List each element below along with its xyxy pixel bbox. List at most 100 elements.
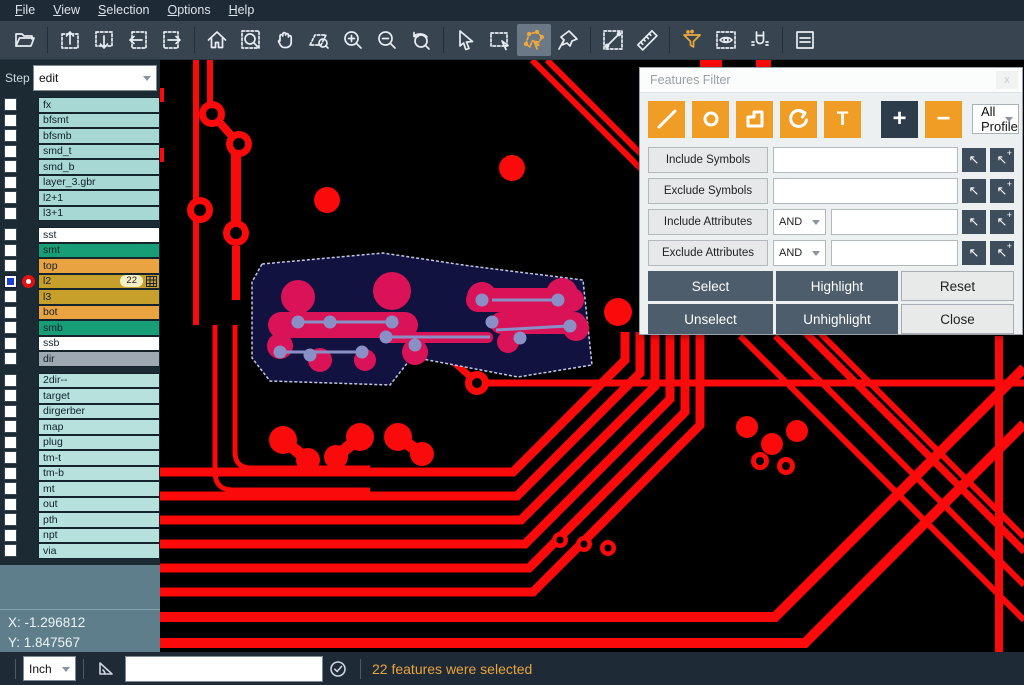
layer-checkbox[interactable]: [4, 98, 17, 111]
layer-label[interactable]: smd_b: [38, 159, 160, 175]
import-top-icon[interactable]: [53, 24, 87, 56]
pick-attribute-button[interactable]: ↖: [962, 241, 986, 265]
apply-check-icon[interactable]: [326, 657, 350, 681]
import-right-icon[interactable]: [155, 24, 189, 56]
zoom-out-icon[interactable]: [370, 24, 404, 56]
pick-add-symbol-button[interactable]: ↖+: [990, 179, 1014, 203]
include-symbols-input[interactable]: [773, 147, 958, 173]
layer-checkbox[interactable]: [4, 352, 17, 365]
layer-label[interactable]: smd_t: [38, 144, 160, 160]
select-button[interactable]: Select: [648, 271, 773, 301]
layer-label[interactable]: pth: [38, 512, 160, 528]
polygon-select-icon[interactable]: [517, 24, 551, 56]
layer-checkbox[interactable]: [4, 337, 17, 350]
layer-checkbox[interactable]: [4, 275, 17, 288]
arc-icon[interactable]: [780, 101, 817, 138]
layer-label[interactable]: bot: [38, 305, 160, 321]
angle-tool-icon[interactable]: [94, 657, 118, 681]
pick-symbol-button[interactable]: ↖: [962, 179, 986, 203]
pick-attribute-button[interactable]: ↖: [962, 210, 986, 234]
include-attributes-button[interactable]: Include Attributes: [648, 209, 768, 235]
snap-magnet-icon[interactable]: [743, 24, 777, 56]
layer-checkbox[interactable]: [4, 191, 17, 204]
layer-grid-icon[interactable]: [146, 276, 157, 287]
layer-checkbox[interactable]: [4, 467, 17, 480]
unhighlight-button[interactable]: Unhighlight: [776, 304, 898, 334]
pan-hand-icon[interactable]: [268, 24, 302, 56]
layer-label[interactable]: sst: [38, 227, 160, 243]
exclude-symbols-input[interactable]: [773, 178, 958, 204]
layer-checkbox[interactable]: [4, 436, 17, 449]
command-input[interactable]: [125, 656, 323, 682]
step-select[interactable]: edit: [33, 65, 157, 91]
exclude-symbols-button[interactable]: Exclude Symbols: [648, 178, 768, 204]
layer-label[interactable]: ssb: [38, 336, 160, 352]
layer-label[interactable]: l222: [38, 274, 160, 290]
layer-checkbox[interactable]: [4, 114, 17, 127]
layer-label[interactable]: map: [38, 419, 160, 435]
layer-label[interactable]: dirgerber: [38, 404, 160, 420]
layer-label[interactable]: tm-t: [38, 450, 160, 466]
layer-label[interactable]: npt: [38, 528, 160, 544]
layer-label[interactable]: top: [38, 258, 160, 274]
remove-filter-button[interactable]: −: [925, 101, 962, 138]
pick-add-attribute-button[interactable]: ↖+: [990, 241, 1014, 265]
layer-checkbox[interactable]: [4, 228, 17, 241]
layer-checkbox[interactable]: [4, 420, 17, 433]
layer-checkbox[interactable]: [4, 529, 17, 542]
menu-options[interactable]: Options: [158, 0, 219, 21]
layer-label[interactable]: smb: [38, 320, 160, 336]
layer-checkbox[interactable]: [4, 498, 17, 511]
unselect-button[interactable]: Unselect: [648, 304, 773, 334]
layer-checkbox[interactable]: [4, 321, 17, 334]
layer-checkbox[interactable]: [4, 374, 17, 387]
active-layer-indicator[interactable]: [22, 275, 35, 288]
layer-checkbox[interactable]: [4, 259, 17, 272]
layer-label[interactable]: mt: [38, 481, 160, 497]
zoom-window-icon[interactable]: [234, 24, 268, 56]
line-icon[interactable]: [648, 101, 685, 138]
layer-label[interactable]: tm-b: [38, 466, 160, 482]
import-bottom-icon[interactable]: [87, 24, 121, 56]
menu-file[interactable]: File: [6, 0, 44, 21]
menu-view[interactable]: View: [44, 0, 89, 21]
layer-label[interactable]: bfsmt: [38, 113, 160, 129]
layer-checkbox[interactable]: [4, 160, 17, 173]
area-zoom-icon[interactable]: [302, 24, 336, 56]
pointer-select-icon[interactable]: [449, 24, 483, 56]
layer-checkbox[interactable]: [4, 129, 17, 142]
layer-label[interactable]: l3: [38, 289, 160, 305]
layer-checkbox[interactable]: [4, 405, 17, 418]
layer-checkbox[interactable]: [4, 451, 17, 464]
pick-add-attribute-button[interactable]: ↖+: [990, 210, 1014, 234]
layer-checkbox[interactable]: [4, 290, 17, 303]
exclude-attributes-input[interactable]: [831, 240, 958, 266]
layer-label[interactable]: out: [38, 497, 160, 513]
include-symbols-button[interactable]: Include Symbols: [648, 147, 768, 173]
measure-line-icon[interactable]: [596, 24, 630, 56]
add-filter-button[interactable]: +: [881, 101, 918, 138]
layer-label[interactable]: smt: [38, 243, 160, 259]
layer-checkbox[interactable]: [4, 544, 17, 557]
layer-label[interactable]: l2+1: [38, 190, 160, 206]
layer-label[interactable]: 2dir--: [38, 373, 160, 389]
exclude-attributes-and-select[interactable]: AND: [773, 240, 826, 266]
layer-checkbox[interactable]: [4, 176, 17, 189]
layer-checkbox[interactable]: [4, 306, 17, 319]
home-icon[interactable]: [200, 24, 234, 56]
features-filter-icon[interactable]: [675, 24, 709, 56]
rectangle-select-icon[interactable]: [483, 24, 517, 56]
layer-checkbox[interactable]: [4, 513, 17, 526]
view-eye-icon[interactable]: [709, 24, 743, 56]
include-attributes-input[interactable]: [831, 209, 958, 235]
layer-label[interactable]: fx: [38, 97, 160, 113]
import-left-icon[interactable]: [121, 24, 155, 56]
layer-checkbox[interactable]: [4, 244, 17, 257]
highlight-button[interactable]: Highlight: [776, 271, 898, 301]
pick-add-symbol-button[interactable]: ↖+: [990, 148, 1014, 172]
layers-panel-icon[interactable]: [788, 24, 822, 56]
text-icon[interactable]: T: [824, 101, 861, 138]
layer-checkbox[interactable]: [4, 145, 17, 158]
profile-select[interactable]: All Profile: [972, 104, 1019, 134]
layer-checkbox[interactable]: [4, 389, 17, 402]
